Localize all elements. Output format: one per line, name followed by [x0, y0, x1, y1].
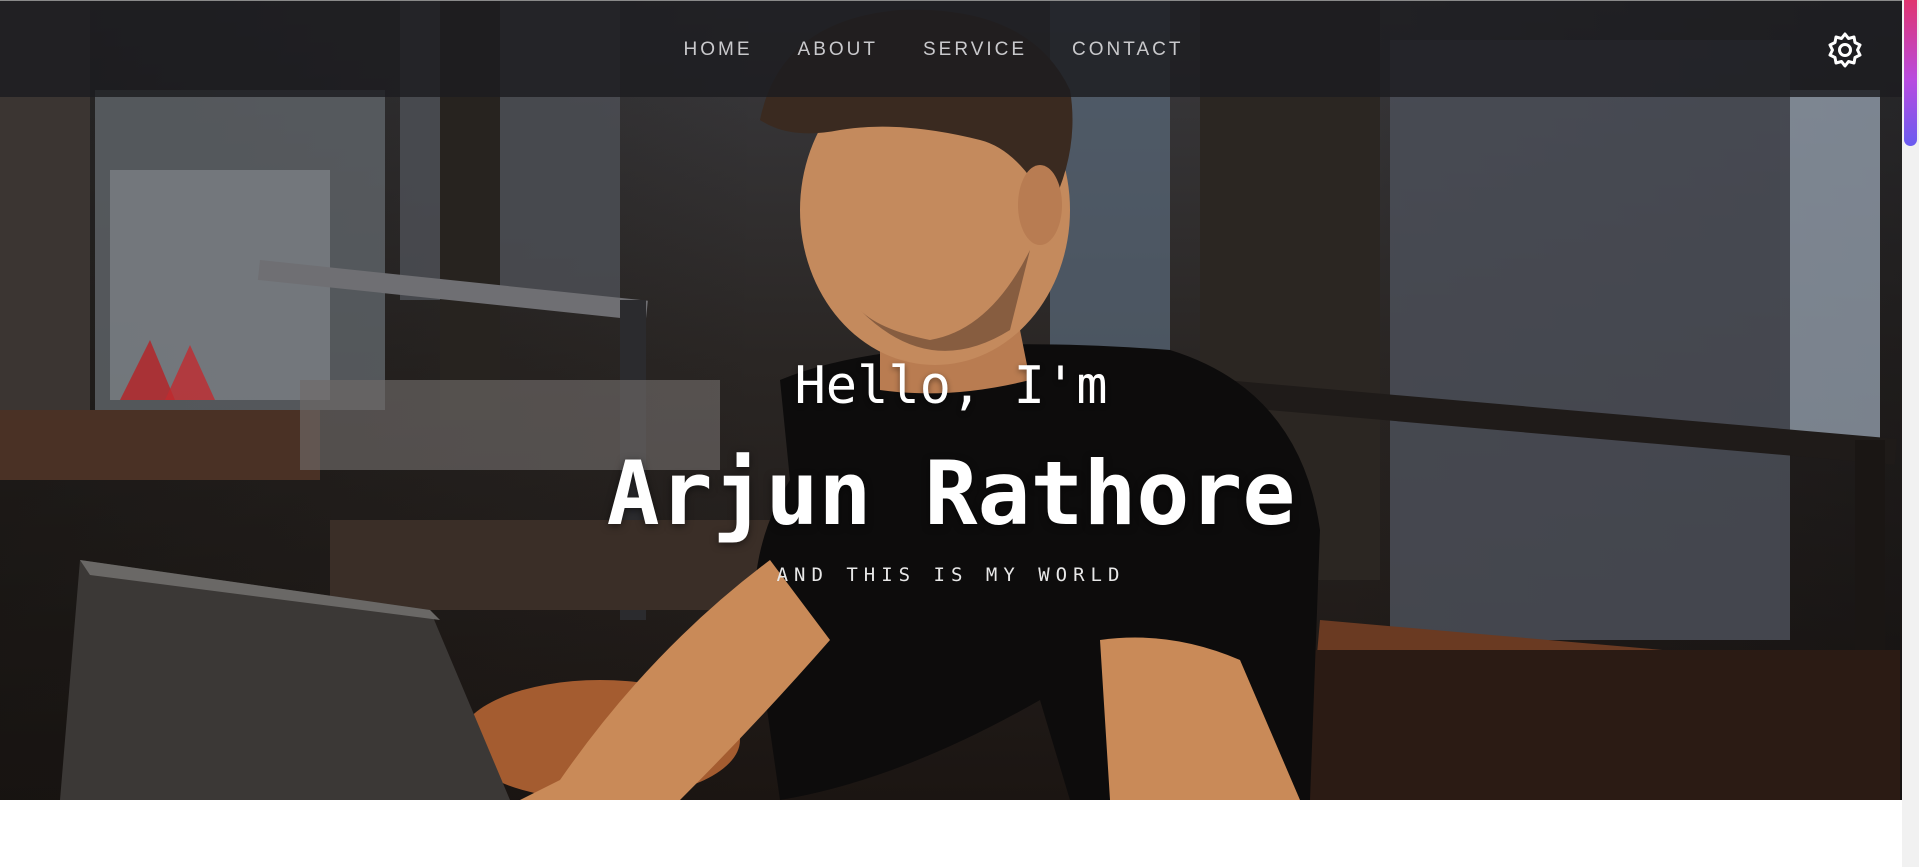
gear-icon-graphic: [1828, 32, 1862, 68]
nav-item-about[interactable]: ABOUT: [798, 39, 878, 61]
page: HOME ABOUT SERVICE CONTACT Hello, I'm Ar…: [0, 0, 1919, 867]
nav-item-contact[interactable]: CONTACT: [1072, 39, 1183, 61]
hero-greeting: Hello, I'm: [794, 356, 1108, 416]
nav-links: HOME ABOUT SERVICE CONTACT: [0, 1, 1902, 98]
gear-icon[interactable]: [1826, 31, 1864, 69]
page-scrollbar[interactable]: [1902, 0, 1919, 867]
top-navbar: HOME ABOUT SERVICE CONTACT: [0, 0, 1902, 97]
hero-name: Arjun Rathore: [606, 442, 1296, 545]
nav-item-service[interactable]: SERVICE: [923, 39, 1027, 61]
hero-tagline: AND THIS IS MY WORLD: [776, 564, 1126, 586]
scrollbar-thumb[interactable]: [1904, 0, 1917, 146]
nav-item-home[interactable]: HOME: [684, 39, 753, 61]
